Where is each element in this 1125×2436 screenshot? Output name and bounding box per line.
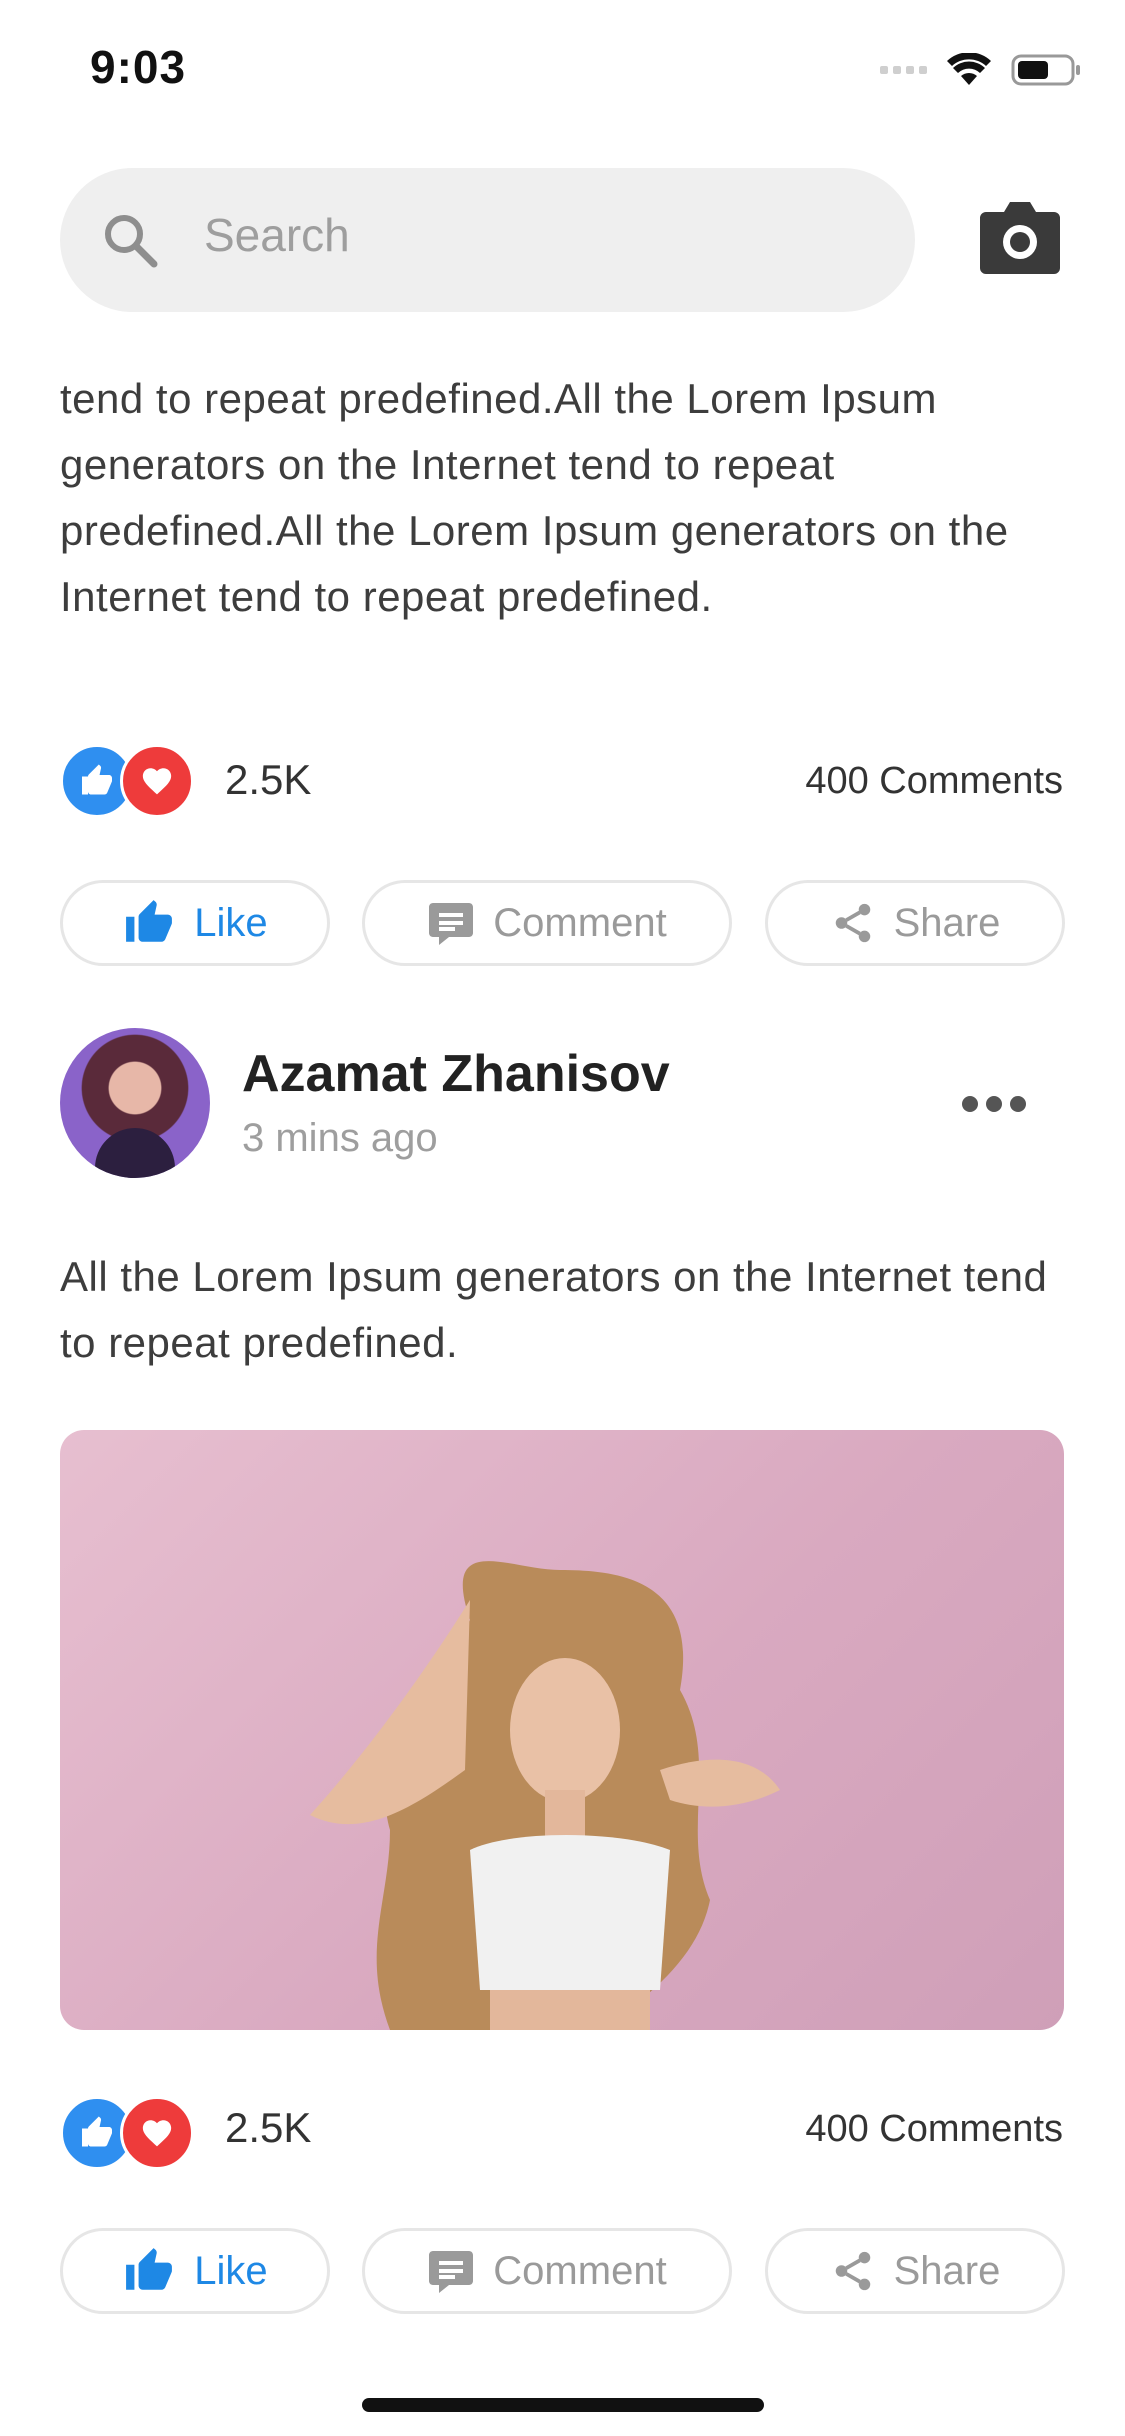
reaction-count: 2.5K (225, 2104, 312, 2151)
comment-label: Comment (493, 2248, 667, 2293)
like-label: Like (194, 900, 268, 945)
camera-icon[interactable] (980, 198, 1060, 274)
like-button[interactable]: Like (60, 880, 330, 966)
post-time: 3 mins ago (242, 1116, 438, 1160)
search-input[interactable]: Search (60, 168, 915, 312)
more-icon[interactable] (962, 1096, 1026, 1112)
search-icon (105, 215, 158, 268)
signal-icon (880, 66, 927, 74)
share-icon (835, 903, 870, 943)
avatar[interactable] (60, 1028, 210, 1178)
like-button[interactable]: Like (60, 2228, 330, 2314)
share-button[interactable]: Share (765, 880, 1065, 966)
status-time: 9:03 (90, 41, 187, 93)
comment-button[interactable]: Comment (362, 2228, 732, 2314)
post-image[interactable] (60, 1430, 1064, 2030)
share-button[interactable]: Share (765, 2228, 1065, 2314)
wifi-icon (947, 53, 991, 85)
comment-count[interactable]: 400 Comments (805, 2108, 1063, 2151)
reaction-icons[interactable] (60, 2096, 200, 2170)
comment-icon (429, 2251, 474, 2293)
share-label: Share (893, 2248, 1001, 2293)
status-icons (880, 50, 1083, 90)
post-text: tend to repeat predefined.All the Lorem … (60, 375, 1009, 620)
battery-icon (1011, 54, 1080, 86)
heart-icon (120, 744, 194, 818)
comment-button[interactable]: Comment (362, 880, 732, 966)
share-label: Share (893, 900, 1001, 945)
share-icon (835, 2251, 870, 2291)
comment-count[interactable]: 400 Comments (805, 760, 1063, 803)
thumbs-up-icon (126, 900, 173, 942)
post-text: All the Lorem Ipsum generators on the In… (60, 1253, 1048, 1366)
author-name[interactable]: Azamat Zhanisov (242, 1044, 670, 1104)
comment-label: Comment (493, 900, 667, 945)
heart-icon (120, 2096, 194, 2170)
comment-icon (429, 903, 474, 945)
like-label: Like (194, 2248, 268, 2293)
home-indicator[interactable] (362, 2398, 764, 2412)
thumbs-up-icon (126, 2248, 173, 2290)
reaction-icons[interactable] (60, 744, 200, 818)
search-placeholder: Search (204, 209, 350, 261)
reaction-count: 2.5K (225, 756, 312, 803)
